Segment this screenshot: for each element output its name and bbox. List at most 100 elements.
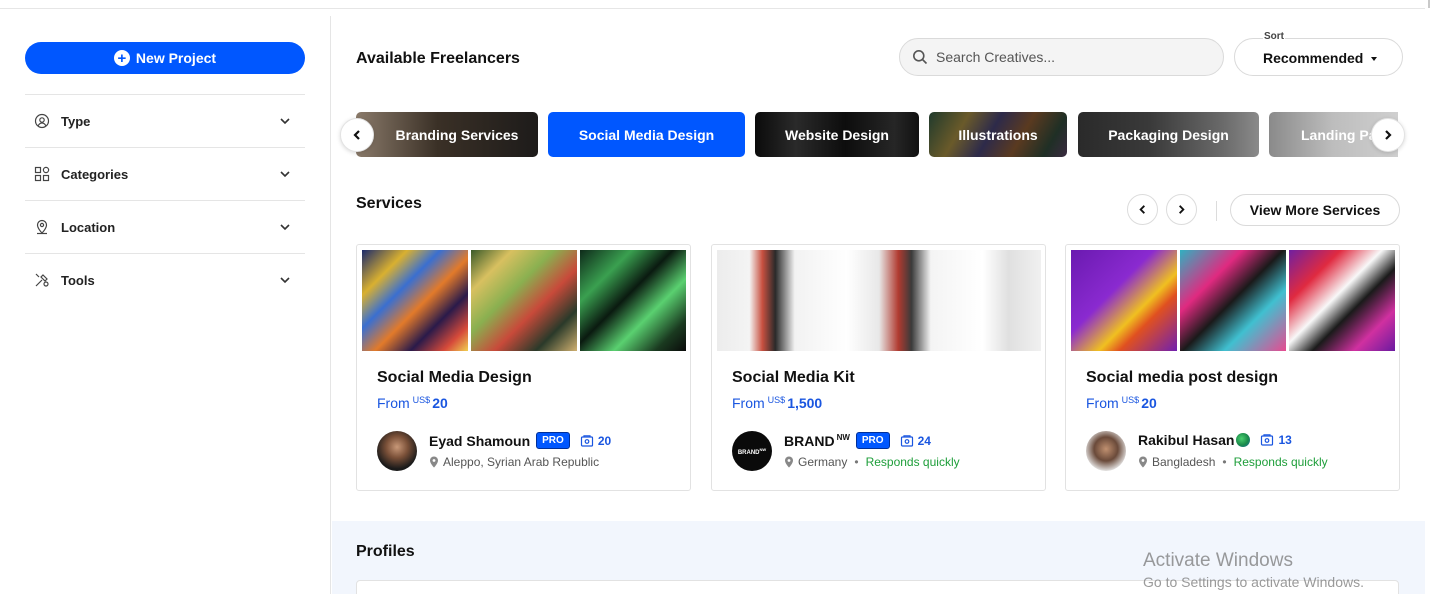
plus-icon: + (113, 50, 130, 66)
chevron-down-icon (280, 224, 290, 231)
separator-dot: • (854, 455, 859, 469)
page-title: Available Freelancers (356, 50, 520, 67)
service-card[interactable]: Social Media Kit From US$ 1,500 BRANDNW BR… (711, 244, 1046, 491)
search-icon (913, 50, 928, 65)
watermark-line-1: Activate Windows (1143, 550, 1293, 571)
pro-badge: PRO (855, 432, 890, 449)
thumbnail-image (1071, 250, 1177, 351)
services-next-button[interactable] (1166, 194, 1197, 225)
separator-dot: • (1222, 455, 1227, 469)
search-box[interactable] (899, 38, 1224, 76)
price-prefix: From (732, 395, 765, 411)
service-thumbnails[interactable] (1071, 250, 1395, 351)
chevron-left-icon (1139, 205, 1145, 214)
location-pin-icon (785, 456, 793, 468)
avatar[interactable] (377, 431, 417, 471)
view-more-services-button[interactable]: View More Services (1230, 194, 1400, 226)
category-next-button[interactable] (1371, 118, 1405, 152)
sort-dropdown[interactable]: Sort Recommended (1234, 31, 1403, 76)
divider (1216, 201, 1217, 221)
price-amount: 20 (1141, 395, 1157, 411)
project-count: 13 (1260, 433, 1292, 447)
chevron-down-icon (280, 171, 290, 178)
chevron-left-icon (353, 130, 360, 140)
avatar[interactable] (1086, 431, 1126, 471)
location-pin-icon (1139, 456, 1147, 468)
service-title[interactable]: Social media post design (1086, 369, 1278, 387)
projects-icon (580, 434, 593, 447)
filter-location-label: Location (61, 219, 116, 235)
scrollbar-thumb[interactable] (1428, 0, 1430, 8)
service-price: From US$ 1,500 (732, 395, 822, 411)
freelancer-name[interactable]: BRAND NW PRO 24 (784, 432, 931, 449)
globe-icon (1236, 433, 1251, 447)
freelancer-location: Aleppo, Syrian Arab Republic (443, 455, 600, 469)
service-thumbnails[interactable] (362, 250, 686, 351)
filter-sidebar: + New Project Type Categories Location T… (0, 16, 331, 594)
page-scrollbar[interactable] (1425, 0, 1440, 594)
project-count-value: 20 (597, 433, 612, 448)
new-project-button[interactable]: + New Project (25, 42, 305, 74)
thumbnail-image (362, 250, 468, 351)
tools-icon (33, 271, 51, 289)
currency: US$ (767, 395, 786, 405)
categories-icon (33, 165, 51, 183)
services-title: Services (356, 195, 422, 212)
price-prefix: From (377, 395, 410, 411)
category-chip-packaging[interactable]: Packaging Design (1078, 112, 1259, 157)
chevron-down-icon (280, 277, 290, 284)
filter-location[interactable]: Location (25, 200, 305, 253)
project-count-value: 24 (917, 433, 931, 448)
search-input[interactable] (936, 49, 1196, 65)
project-count: 24 (900, 434, 931, 448)
response-status: Responds quickly (865, 455, 960, 469)
freelancer-name[interactable]: Eyad Shamoun PRO 20 (429, 432, 611, 449)
category-chip-website[interactable]: Website Design (755, 112, 919, 157)
avatar[interactable]: BRANDNW (732, 431, 772, 471)
category-chip-label: Illustrations (958, 126, 1038, 143)
thumbnail-image (471, 250, 577, 351)
project-count: 20 (580, 434, 611, 448)
new-project-label: New Project (135, 50, 217, 66)
service-title[interactable]: Social Media Design (377, 369, 532, 387)
service-card[interactable]: Social Media Design From US$ 20 Eyad Shamo… (356, 244, 691, 491)
freelancer-name-suffix: NW (836, 432, 850, 442)
price-prefix: From (1086, 395, 1119, 411)
currency: US$ (412, 395, 431, 405)
freelancer-location: Bangladesh (1152, 455, 1216, 469)
service-title[interactable]: Social Media Kit (732, 369, 855, 387)
freelancer-name-text: BRAND (784, 432, 835, 449)
price-amount: 20 (432, 395, 448, 411)
filter-type-label: Type (61, 113, 91, 129)
location-pin-icon (33, 218, 51, 236)
pro-badge: PRO (536, 432, 570, 449)
profiles-title: Profiles (356, 543, 415, 560)
filter-tools[interactable]: Tools (25, 253, 305, 306)
service-price: From US$ 20 (377, 395, 448, 411)
sort-label: Sort (1263, 31, 1285, 42)
thumbnail-image (1180, 250, 1286, 351)
freelancer-name-text: Rakibul Hasan (1138, 432, 1235, 448)
category-prev-button[interactable] (340, 118, 374, 152)
currency: US$ (1121, 395, 1140, 405)
category-chip-label: Branding Services (395, 126, 519, 143)
brand-logo: BRANDNW (737, 446, 767, 456)
category-chip-illustrations[interactable]: Illustrations (929, 112, 1067, 157)
services-prev-button[interactable] (1127, 194, 1158, 225)
freelancer-meta: Germany • Responds quickly (784, 455, 960, 469)
service-thumbnails[interactable] (717, 250, 1041, 351)
category-chip-branding[interactable]: Branding Services (356, 112, 538, 157)
category-chip-social-media[interactable]: Social Media Design (548, 112, 745, 157)
filter-type[interactable]: Type (25, 94, 305, 147)
top-divider (0, 8, 1425, 9)
category-carousel: Branding Services Social Media Design We… (356, 112, 1398, 158)
projects-icon (900, 434, 913, 447)
thumbnail-image (1289, 250, 1395, 351)
watermark-line-2: Go to Settings to activate Windows. (1143, 574, 1364, 590)
service-card[interactable]: Social media post design From US$ 20 Rakib… (1065, 244, 1400, 491)
filter-categories[interactable]: Categories (25, 147, 305, 200)
user-search-icon (33, 112, 51, 130)
freelancer-location: Germany (798, 455, 848, 469)
freelancer-name[interactable]: Rakibul Hasan 13 (1138, 432, 1292, 448)
chevron-down-icon (280, 118, 290, 125)
